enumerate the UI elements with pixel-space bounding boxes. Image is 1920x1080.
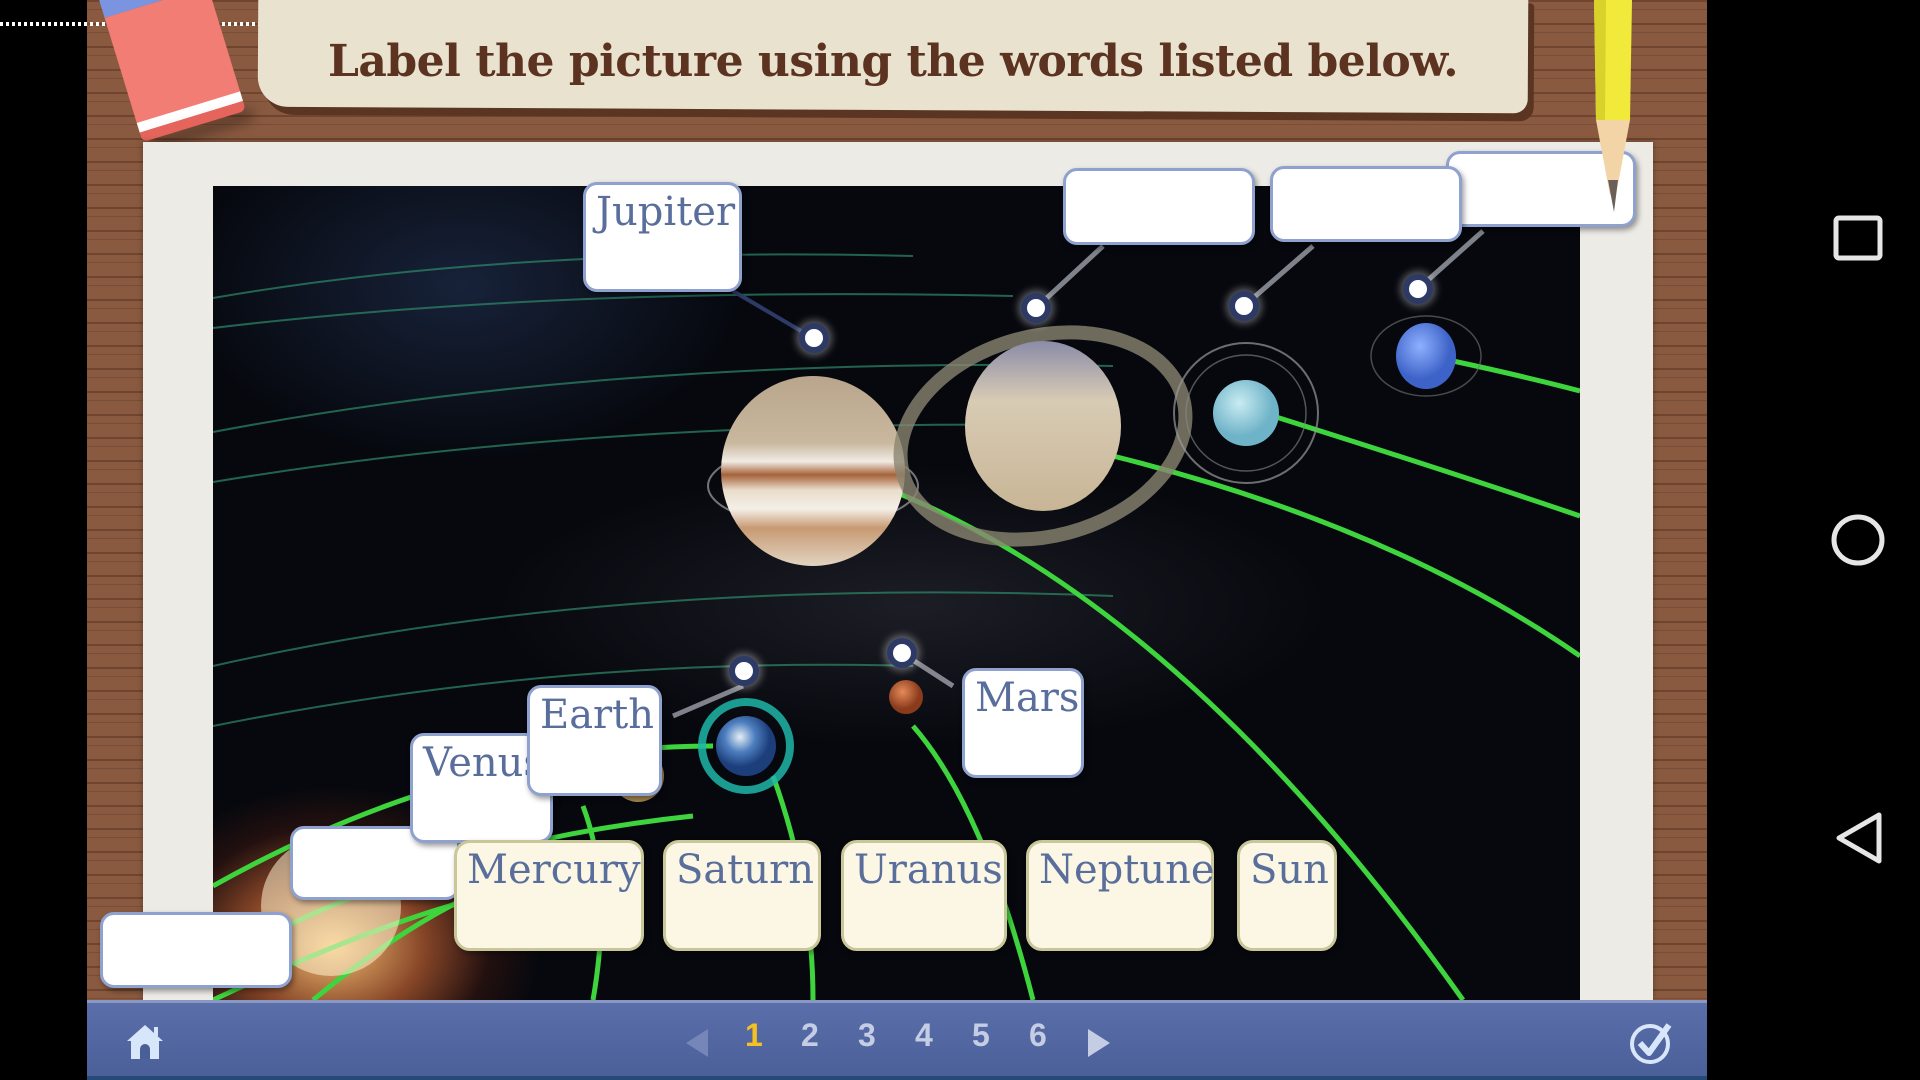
label-mars[interactable]: Mars — [962, 668, 1084, 778]
check-circle-icon[interactable] — [1627, 1017, 1677, 1067]
earth-planet — [698, 698, 794, 794]
uranus-planet — [1173, 342, 1319, 484]
page-1[interactable]: 1 — [745, 1017, 763, 1054]
pin-jupiter[interactable] — [799, 323, 829, 353]
label-slot-uranus[interactable] — [1270, 166, 1462, 242]
recents-square-icon[interactable] — [1833, 214, 1883, 264]
page-4[interactable]: 4 — [915, 1017, 933, 1054]
pencil-icon[interactable] — [1590, 0, 1636, 215]
android-nav-bar — [1707, 0, 1920, 1080]
word-card-uranus[interactable]: Uranus — [841, 840, 1007, 951]
toolbar-baseline — [87, 1076, 1707, 1080]
label-jupiter[interactable]: Jupiter — [583, 182, 742, 292]
pin-uranus[interactable] — [1229, 291, 1259, 321]
home-icon[interactable] — [123, 1021, 167, 1065]
label-slot-saturn[interactable] — [1063, 168, 1255, 245]
prev-page-button[interactable] — [682, 1025, 712, 1061]
next-page-button[interactable] — [1084, 1025, 1114, 1061]
saturn-planet — [893, 325, 1193, 547]
pin-earth[interactable] — [729, 656, 759, 686]
word-card-mercury[interactable]: Mercury — [454, 840, 644, 951]
left-black-strip — [0, 0, 87, 1080]
pin-saturn[interactable] — [1021, 293, 1051, 323]
home-circle-icon[interactable] — [1829, 512, 1887, 568]
page-2[interactable]: 2 — [801, 1017, 819, 1054]
back-triangle-icon[interactable] — [1833, 810, 1885, 866]
jupiter-planet — [707, 376, 919, 566]
instruction-title: Label the picture using the words listed… — [327, 36, 1459, 87]
faint-orbits — [213, 253, 1114, 727]
label-earth[interactable]: Earth — [527, 685, 662, 796]
word-card-saturn[interactable]: Saturn — [663, 840, 821, 951]
label-slot-sun[interactable] — [100, 912, 292, 988]
page-6[interactable]: 6 — [1029, 1017, 1047, 1054]
pin-mars[interactable] — [887, 638, 917, 668]
word-card-sun[interactable]: Sun — [1237, 840, 1337, 951]
neptune-planet — [1370, 315, 1482, 397]
mars-planet — [889, 680, 923, 714]
word-card-neptune[interactable]: Neptune — [1026, 840, 1215, 951]
page-5[interactable]: 5 — [972, 1017, 990, 1054]
bottom-toolbar: 1 2 3 4 5 6 — [87, 1000, 1707, 1080]
pin-neptune[interactable] — [1403, 274, 1433, 304]
page-3[interactable]: 3 — [858, 1017, 876, 1054]
